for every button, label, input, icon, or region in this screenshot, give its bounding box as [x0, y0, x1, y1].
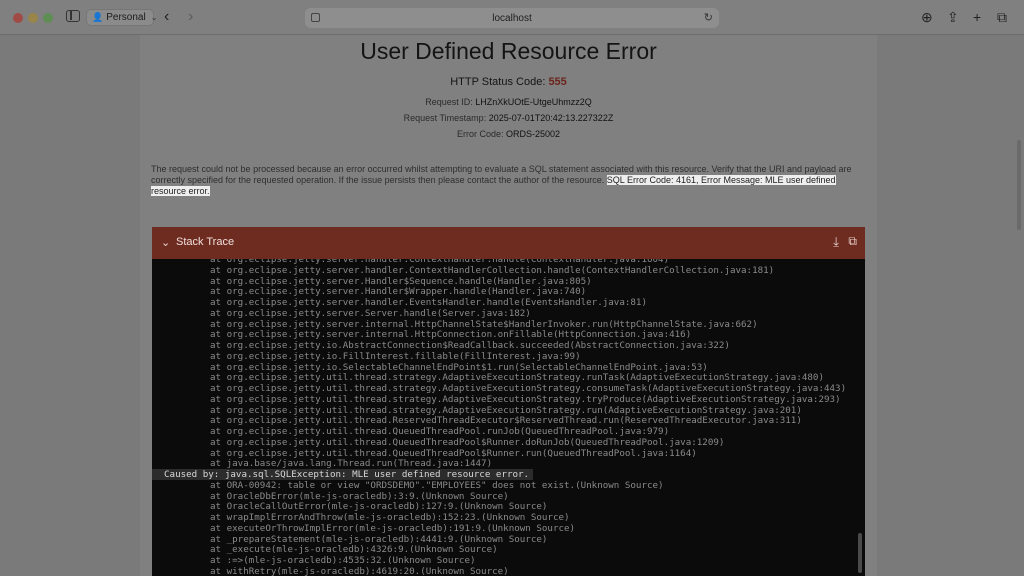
forward-button[interactable]: ›	[188, 8, 193, 26]
page-scrollbar[interactable]	[1017, 140, 1021, 230]
request-id-row: Request ID: LHZnXkUOtE-UtgeUhmzz2Q	[140, 97, 877, 107]
stack-trace-scrollbar[interactable]	[858, 533, 862, 573]
stack-trace-line: at executeOrThrowImplError(mle-js-oracle…	[210, 522, 576, 534]
page-icon	[311, 13, 320, 22]
page-title: User Defined Resource Error	[360, 38, 657, 64]
tab-overview-icon[interactable]: ⧉	[997, 9, 1007, 25]
close-window-button[interactable]	[13, 13, 23, 23]
error-code-label: Error Code:	[456, 129, 504, 139]
profile-switcher[interactable]: 👤 Personal ⌄	[86, 9, 157, 26]
timestamp-value: 2025-07-01T20:42:13.227322Z	[488, 113, 614, 123]
timestamp-row: Request Timestamp: 2025-07-01T20:42:13.2…	[140, 113, 877, 123]
back-button[interactable]: ‹	[164, 8, 169, 26]
stack-trace-line: at org.eclipse.jetty.util.thread.QueuedT…	[210, 436, 725, 448]
stack-trace-line: at org.eclipse.jetty.server.handler.Cont…	[210, 264, 775, 276]
error-page: User Defined Resource Error HTTP Status …	[140, 35, 877, 576]
stack-trace-title: Stack Trace	[176, 236, 235, 248]
zoom-window-button[interactable]	[43, 13, 53, 23]
status-line: HTTP Status Code: 555	[140, 76, 877, 88]
download-icon[interactable]: ⤓	[833, 234, 839, 250]
request-id-value: LHZnXkUOtE-UtgeUhmzz2Q	[475, 97, 592, 107]
reload-icon[interactable]: ↻	[704, 11, 713, 24]
stack-trace-line: at org.eclipse.jetty.server.Server.handl…	[210, 307, 531, 319]
chevron-down-icon[interactable]: ⌄	[161, 236, 170, 249]
timestamp-label: Request Timestamp:	[403, 113, 487, 123]
status-code: 555	[548, 76, 567, 88]
copy-icon[interactable]: ⧉	[848, 234, 857, 249]
stack-trace-line: at withRetry(mle-js-oracledb):4619:20.(U…	[210, 565, 509, 576]
person-icon: 👤	[92, 12, 104, 22]
stack-trace-line: at org.eclipse.jetty.io.FillInterest.fil…	[210, 350, 581, 362]
share-icon[interactable]: ⇪	[947, 9, 959, 25]
stack-trace-header[interactable]: ⌄ Stack Trace ⤓ ⧉	[152, 227, 865, 259]
error-description: The request could not be processed becau…	[151, 164, 861, 197]
url-text: localhost	[492, 12, 532, 24]
stack-trace-body[interactable]: at org.eclipse.jetty.server.handler.Cont…	[152, 259, 865, 576]
address-bar[interactable]: localhost ↻	[305, 8, 719, 28]
request-id-label: Request ID:	[425, 97, 473, 107]
browser-toolbar: 👤 Personal ⌄ ‹ › localhost ↻ ⊕ ⇪ + ⧉	[0, 0, 1024, 35]
new-tab-icon[interactable]: +	[973, 9, 981, 25]
error-code-row: Error Code: ORDS-25002	[140, 129, 877, 139]
chevron-down-icon: ⌄	[150, 13, 158, 22]
downloads-icon[interactable]: ⊕	[921, 9, 933, 25]
status-label: HTTP Status Code:	[450, 76, 546, 88]
stack-trace-panel: ⌄ Stack Trace ⤓ ⧉ at org.eclipse.jetty.s…	[152, 227, 865, 576]
profile-label: Personal	[106, 12, 146, 23]
error-code-value: ORDS-25002	[506, 129, 561, 139]
stack-trace-line: at ORA-00942: table or view "ORDSDEMO"."…	[210, 479, 664, 491]
minimize-window-button[interactable]	[28, 13, 38, 23]
stack-trace-line: at org.eclipse.jetty.util.thread.strateg…	[210, 393, 841, 405]
sidebar-toggle-icon[interactable]	[66, 10, 80, 22]
